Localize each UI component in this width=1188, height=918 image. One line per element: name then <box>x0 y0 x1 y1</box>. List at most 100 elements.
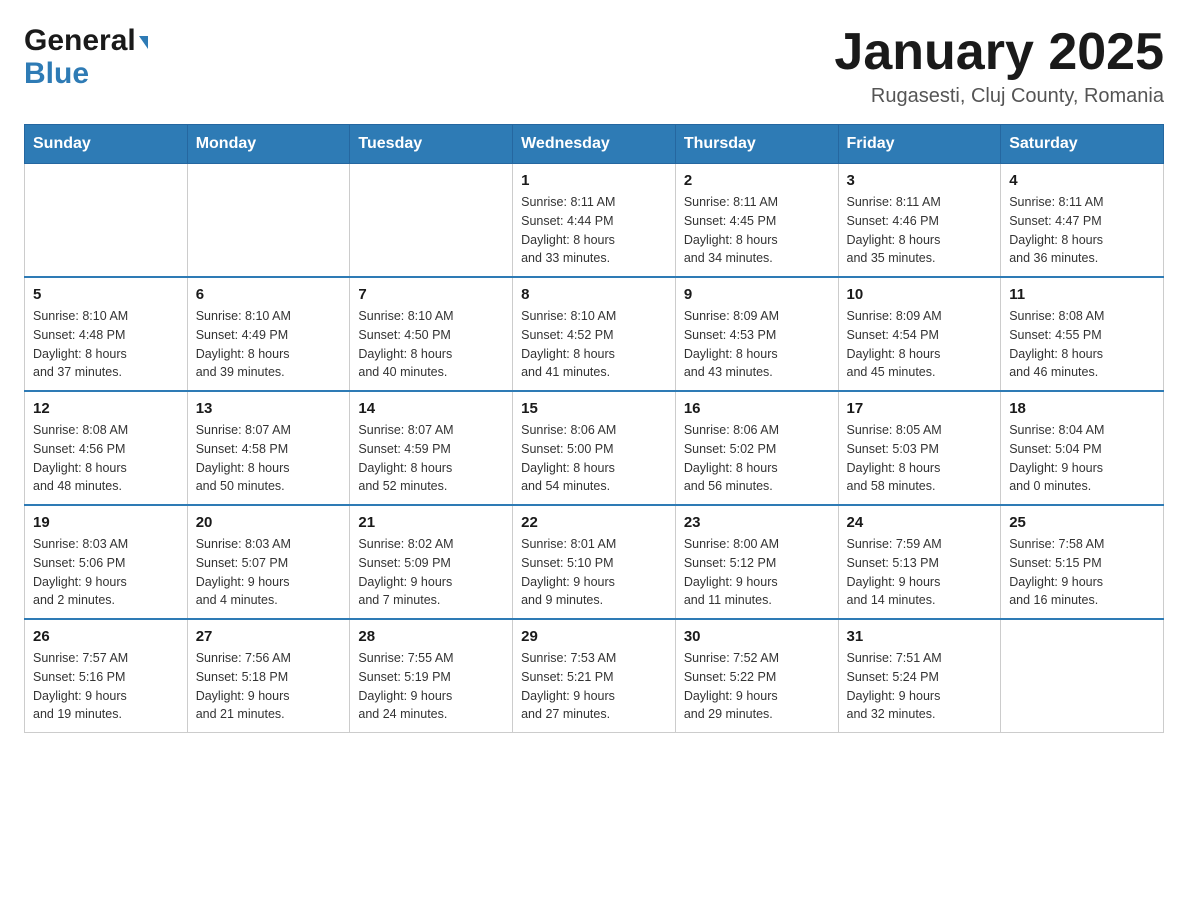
day-info: Sunrise: 8:07 AMSunset: 4:58 PMDaylight:… <box>196 421 342 496</box>
calendar-day-cell: 27Sunrise: 7:56 AMSunset: 5:18 PMDayligh… <box>187 619 350 733</box>
day-number: 4 <box>1009 172 1155 189</box>
day-number: 17 <box>847 400 993 417</box>
day-number: 14 <box>358 400 504 417</box>
day-info: Sunrise: 7:55 AMSunset: 5:19 PMDaylight:… <box>358 649 504 724</box>
calendar-day-cell: 22 Sunrise: 8:01 AMSunset: 5:10 PMDayligh… <box>513 505 676 619</box>
calendar-day-cell: 17 Sunrise: 8:05 AMSunset: 5:03 PMDayligh… <box>838 391 1001 505</box>
day-number: 24 <box>847 514 993 531</box>
calendar-day-cell: 4 Sunrise: 8:11 AMSunset: 4:47 PMDaylight… <box>1001 164 1164 278</box>
calendar-day-cell <box>1001 619 1164 733</box>
calendar-day-cell: 30Sunrise: 7:52 AMSunset: 5:22 PMDayligh… <box>675 619 838 733</box>
day-number: 19 <box>33 514 179 531</box>
day-number: 3 <box>847 172 993 189</box>
day-info: Sunrise: 8:03 AMSunset: 5:07 PMDaylight:… <box>196 535 342 610</box>
calendar-day-cell <box>25 164 188 278</box>
day-number: 7 <box>358 286 504 303</box>
day-number: 10 <box>847 286 993 303</box>
day-info: Sunrise: 8:05 AMSunset: 5:03 PMDaylight:… <box>847 421 993 496</box>
day-number: 16 <box>684 400 830 417</box>
calendar-header-row: SundayMondayTuesdayWednesdayThursdayFrid… <box>25 125 1164 164</box>
day-number: 26 <box>33 628 179 645</box>
calendar-day-cell: 26 Sunrise: 7:57 AMSunset: 5:16 PMDayligh… <box>25 619 188 733</box>
day-number: 2 <box>684 172 830 189</box>
calendar-day-cell: 14 Sunrise: 8:07 AMSunset: 4:59 PMDayligh… <box>350 391 513 505</box>
weekday-header-monday: Monday <box>187 125 350 164</box>
day-info: Sunrise: 8:01 AMSunset: 5:10 PMDaylight:… <box>521 535 667 610</box>
calendar-day-cell: 7 Sunrise: 8:10 AMSunset: 4:50 PMDaylight… <box>350 277 513 391</box>
calendar-day-cell: 29Sunrise: 7:53 AMSunset: 5:21 PMDayligh… <box>513 619 676 733</box>
day-number: 6 <box>196 286 342 303</box>
day-number: 23 <box>684 514 830 531</box>
day-info: Sunrise: 7:58 AMSunset: 5:15 PMDaylight:… <box>1009 535 1155 610</box>
day-number: 20 <box>196 514 342 531</box>
day-number: 27 <box>196 628 342 645</box>
calendar-week-row: 19 Sunrise: 8:03 AMSunset: 5:06 PMDayligh… <box>25 505 1164 619</box>
day-number: 25 <box>1009 514 1155 531</box>
day-info: Sunrise: 8:06 AMSunset: 5:02 PMDaylight:… <box>684 421 830 496</box>
calendar-day-cell: 10 Sunrise: 8:09 AMSunset: 4:54 PMDayligh… <box>838 277 1001 391</box>
calendar-day-cell: 13 Sunrise: 8:07 AMSunset: 4:58 PMDayligh… <box>187 391 350 505</box>
calendar-title: January 2025 <box>834 24 1164 81</box>
day-info: Sunrise: 8:11 AMSunset: 4:45 PMDaylight:… <box>684 193 830 268</box>
day-number: 30 <box>684 628 830 645</box>
day-info: Sunrise: 8:10 AMSunset: 4:49 PMDaylight:… <box>196 307 342 382</box>
weekday-header-sunday: Sunday <box>25 125 188 164</box>
calendar-day-cell: 20 Sunrise: 8:03 AMSunset: 5:07 PMDayligh… <box>187 505 350 619</box>
day-info: Sunrise: 8:08 AMSunset: 4:56 PMDaylight:… <box>33 421 179 496</box>
weekday-header-thursday: Thursday <box>675 125 838 164</box>
calendar-day-cell: 16 Sunrise: 8:06 AMSunset: 5:02 PMDayligh… <box>675 391 838 505</box>
calendar-day-cell: 6 Sunrise: 8:10 AMSunset: 4:49 PMDaylight… <box>187 277 350 391</box>
day-number: 13 <box>196 400 342 417</box>
calendar-day-cell: 15 Sunrise: 8:06 AMSunset: 5:00 PMDayligh… <box>513 391 676 505</box>
day-number: 18 <box>1009 400 1155 417</box>
day-info: Sunrise: 8:04 AMSunset: 5:04 PMDaylight:… <box>1009 421 1155 496</box>
calendar-day-cell: 12 Sunrise: 8:08 AMSunset: 4:56 PMDayligh… <box>25 391 188 505</box>
weekday-header-tuesday: Tuesday <box>350 125 513 164</box>
day-info: Sunrise: 8:03 AMSunset: 5:06 PMDaylight:… <box>33 535 179 610</box>
day-info: Sunrise: 8:11 AMSunset: 4:46 PMDaylight:… <box>847 193 993 268</box>
calendar-week-row: 1Sunrise: 8:11 AMSunset: 4:44 PMDaylight… <box>25 164 1164 278</box>
day-info: Sunrise: 8:09 AMSunset: 4:53 PMDaylight:… <box>684 307 830 382</box>
calendar-day-cell: 24Sunrise: 7:59 AMSunset: 5:13 PMDayligh… <box>838 505 1001 619</box>
day-info: Sunrise: 8:02 AMSunset: 5:09 PMDaylight:… <box>358 535 504 610</box>
page-header: General Blue January 2025 Rugasesti, Clu… <box>24 24 1164 108</box>
day-number: 5 <box>33 286 179 303</box>
day-info: Sunrise: 8:10 AMSunset: 4:50 PMDaylight:… <box>358 307 504 382</box>
logo: General Blue <box>24 24 148 90</box>
day-info: Sunrise: 8:06 AMSunset: 5:00 PMDaylight:… <box>521 421 667 496</box>
calendar-day-cell: 3 Sunrise: 8:11 AMSunset: 4:46 PMDaylight… <box>838 164 1001 278</box>
day-number: 11 <box>1009 286 1155 303</box>
calendar-week-row: 12 Sunrise: 8:08 AMSunset: 4:56 PMDayligh… <box>25 391 1164 505</box>
day-number: 15 <box>521 400 667 417</box>
calendar-day-cell <box>350 164 513 278</box>
day-info: Sunrise: 8:11 AMSunset: 4:47 PMDaylight:… <box>1009 193 1155 268</box>
weekday-header-friday: Friday <box>838 125 1001 164</box>
day-info: Sunrise: 8:00 AMSunset: 5:12 PMDaylight:… <box>684 535 830 610</box>
day-info: Sunrise: 8:08 AMSunset: 4:55 PMDaylight:… <box>1009 307 1155 382</box>
day-number: 21 <box>358 514 504 531</box>
day-number: 1 <box>521 172 667 189</box>
day-info: Sunrise: 7:57 AMSunset: 5:16 PMDaylight:… <box>33 649 179 724</box>
calendar-day-cell: 28 Sunrise: 7:55 AMSunset: 5:19 PMDayligh… <box>350 619 513 733</box>
day-info: Sunrise: 8:10 AMSunset: 4:52 PMDaylight:… <box>521 307 667 382</box>
weekday-header-saturday: Saturday <box>1001 125 1164 164</box>
day-number: 31 <box>847 628 993 645</box>
logo-blue-text: Blue <box>24 57 89 90</box>
calendar-day-cell <box>187 164 350 278</box>
title-block: January 2025 Rugasesti, Cluj County, Rom… <box>834 24 1164 108</box>
calendar-day-cell: 5Sunrise: 8:10 AMSunset: 4:48 PMDaylight… <box>25 277 188 391</box>
calendar-subtitle: Rugasesti, Cluj County, Romania <box>834 85 1164 108</box>
calendar-day-cell: 18 Sunrise: 8:04 AMSunset: 5:04 PMDayligh… <box>1001 391 1164 505</box>
day-info: Sunrise: 8:07 AMSunset: 4:59 PMDaylight:… <box>358 421 504 496</box>
calendar-week-row: 26 Sunrise: 7:57 AMSunset: 5:16 PMDayligh… <box>25 619 1164 733</box>
day-info: Sunrise: 8:09 AMSunset: 4:54 PMDaylight:… <box>847 307 993 382</box>
weekday-header-wednesday: Wednesday <box>513 125 676 164</box>
day-info: Sunrise: 7:51 AMSunset: 5:24 PMDaylight:… <box>847 649 993 724</box>
calendar-day-cell: 1Sunrise: 8:11 AMSunset: 4:44 PMDaylight… <box>513 164 676 278</box>
calendar-day-cell: 2 Sunrise: 8:11 AMSunset: 4:45 PMDaylight… <box>675 164 838 278</box>
day-number: 28 <box>358 628 504 645</box>
day-number: 12 <box>33 400 179 417</box>
day-number: 22 <box>521 514 667 531</box>
calendar-day-cell: 19 Sunrise: 8:03 AMSunset: 5:06 PMDayligh… <box>25 505 188 619</box>
calendar-day-cell: 31 Sunrise: 7:51 AMSunset: 5:24 PMDayligh… <box>838 619 1001 733</box>
